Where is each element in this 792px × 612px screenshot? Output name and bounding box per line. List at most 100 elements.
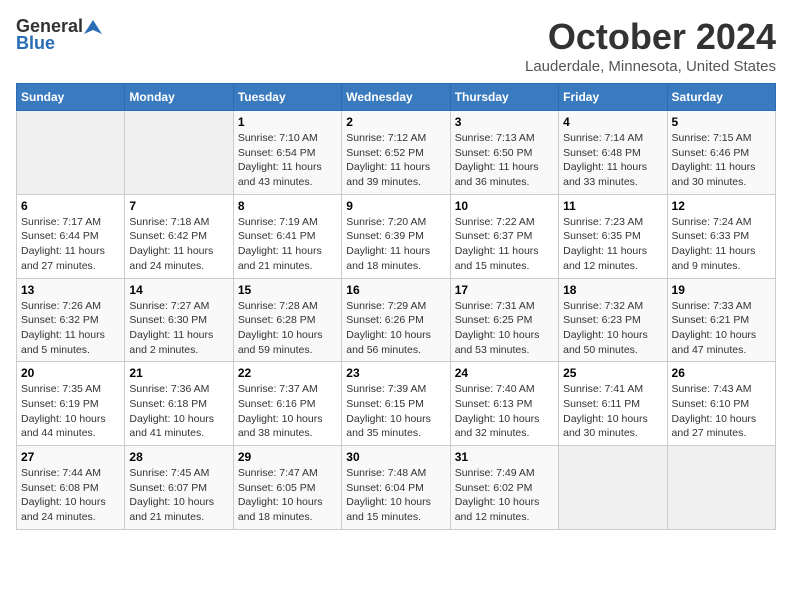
day-info: Sunrise: 7:13 AM Sunset: 6:50 PM Dayligh… bbox=[455, 131, 554, 190]
week-row-3: 13 Sunrise: 7:26 AM Sunset: 6:32 PM Dayli… bbox=[17, 278, 776, 362]
title-block: October 2024 Lauderdale, Minnesota, Unit… bbox=[525, 16, 776, 75]
day-info: Sunrise: 7:35 AM Sunset: 6:19 PM Dayligh… bbox=[21, 382, 120, 441]
header-day-saturday: Saturday bbox=[667, 84, 775, 111]
header-day-wednesday: Wednesday bbox=[342, 84, 450, 111]
week-row-2: 6 Sunrise: 7:17 AM Sunset: 6:44 PM Daylig… bbox=[17, 194, 776, 278]
day-number: 18 bbox=[563, 283, 662, 297]
calendar-cell: 15 Sunrise: 7:28 AM Sunset: 6:28 PM Dayli… bbox=[233, 278, 341, 362]
day-number: 28 bbox=[129, 450, 228, 464]
day-number: 26 bbox=[672, 366, 771, 380]
day-number: 16 bbox=[346, 283, 445, 297]
day-number: 6 bbox=[21, 199, 120, 213]
calendar-cell: 22 Sunrise: 7:37 AM Sunset: 6:16 PM Dayli… bbox=[233, 362, 341, 446]
header-day-tuesday: Tuesday bbox=[233, 84, 341, 111]
day-number: 1 bbox=[238, 115, 337, 129]
day-info: Sunrise: 7:26 AM Sunset: 6:32 PM Dayligh… bbox=[21, 299, 120, 358]
calendar-cell: 13 Sunrise: 7:26 AM Sunset: 6:32 PM Dayli… bbox=[17, 278, 125, 362]
day-number: 2 bbox=[346, 115, 445, 129]
calendar-cell: 1Sunrise: 7:10 AM Sunset: 6:54 PM Daylig… bbox=[233, 111, 341, 195]
month-title: October 2024 bbox=[525, 16, 776, 58]
day-info: Sunrise: 7:20 AM Sunset: 6:39 PM Dayligh… bbox=[346, 215, 445, 274]
day-number: 10 bbox=[455, 199, 554, 213]
day-info: Sunrise: 7:31 AM Sunset: 6:25 PM Dayligh… bbox=[455, 299, 554, 358]
day-number: 12 bbox=[672, 199, 771, 213]
calendar-cell: 26 Sunrise: 7:43 AM Sunset: 6:10 PM Dayli… bbox=[667, 362, 775, 446]
header-day-sunday: Sunday bbox=[17, 84, 125, 111]
calendar-cell: 12 Sunrise: 7:24 AM Sunset: 6:33 PM Dayli… bbox=[667, 194, 775, 278]
day-number: 5 bbox=[672, 115, 771, 129]
day-info: Sunrise: 7:24 AM Sunset: 6:33 PM Dayligh… bbox=[672, 215, 771, 274]
calendar-cell: 4Sunrise: 7:14 AM Sunset: 6:48 PM Daylig… bbox=[559, 111, 667, 195]
day-number: 24 bbox=[455, 366, 554, 380]
day-number: 30 bbox=[346, 450, 445, 464]
page-header: General Blue October 2024 Lauderdale, Mi… bbox=[16, 16, 776, 75]
day-number: 15 bbox=[238, 283, 337, 297]
calendar-cell: 30Sunrise: 7:48 AM Sunset: 6:04 PM Dayli… bbox=[342, 446, 450, 530]
calendar-cell: 31Sunrise: 7:49 AM Sunset: 6:02 PM Dayli… bbox=[450, 446, 558, 530]
day-number: 31 bbox=[455, 450, 554, 464]
calendar-cell bbox=[559, 446, 667, 530]
day-info: Sunrise: 7:27 AM Sunset: 6:30 PM Dayligh… bbox=[129, 299, 228, 358]
day-info: Sunrise: 7:15 AM Sunset: 6:46 PM Dayligh… bbox=[672, 131, 771, 190]
day-number: 25 bbox=[563, 366, 662, 380]
calendar-cell: 19Sunrise: 7:33 AM Sunset: 6:21 PM Dayli… bbox=[667, 278, 775, 362]
calendar-cell: 7 Sunrise: 7:18 AM Sunset: 6:42 PM Daylig… bbox=[125, 194, 233, 278]
calendar-cell: 23 Sunrise: 7:39 AM Sunset: 6:15 PM Dayli… bbox=[342, 362, 450, 446]
day-info: Sunrise: 7:40 AM Sunset: 6:13 PM Dayligh… bbox=[455, 382, 554, 441]
calendar-table: SundayMondayTuesdayWednesdayThursdayFrid… bbox=[16, 83, 776, 530]
header-day-monday: Monday bbox=[125, 84, 233, 111]
calendar-cell: 25 Sunrise: 7:41 AM Sunset: 6:11 PM Dayli… bbox=[559, 362, 667, 446]
calendar-body: 1Sunrise: 7:10 AM Sunset: 6:54 PM Daylig… bbox=[17, 111, 776, 530]
calendar-cell: 2 Sunrise: 7:12 AM Sunset: 6:52 PM Daylig… bbox=[342, 111, 450, 195]
calendar-cell: 28 Sunrise: 7:45 AM Sunset: 6:07 PM Dayli… bbox=[125, 446, 233, 530]
calendar-cell: 20 Sunrise: 7:35 AM Sunset: 6:19 PM Dayli… bbox=[17, 362, 125, 446]
day-info: Sunrise: 7:19 AM Sunset: 6:41 PM Dayligh… bbox=[238, 215, 337, 274]
day-number: 17 bbox=[455, 283, 554, 297]
day-info: Sunrise: 7:22 AM Sunset: 6:37 PM Dayligh… bbox=[455, 215, 554, 274]
day-info: Sunrise: 7:47 AM Sunset: 6:05 PM Dayligh… bbox=[238, 466, 337, 525]
day-number: 20 bbox=[21, 366, 120, 380]
week-row-5: 27Sunrise: 7:44 AM Sunset: 6:08 PM Dayli… bbox=[17, 446, 776, 530]
day-info: Sunrise: 7:41 AM Sunset: 6:11 PM Dayligh… bbox=[563, 382, 662, 441]
day-number: 29 bbox=[238, 450, 337, 464]
day-number: 13 bbox=[21, 283, 120, 297]
day-number: 14 bbox=[129, 283, 228, 297]
day-number: 4 bbox=[563, 115, 662, 129]
logo-blue-text: Blue bbox=[16, 33, 55, 54]
calendar-cell: 21 Sunrise: 7:36 AM Sunset: 6:18 PM Dayli… bbox=[125, 362, 233, 446]
calendar-cell: 6 Sunrise: 7:17 AM Sunset: 6:44 PM Daylig… bbox=[17, 194, 125, 278]
calendar-cell: 8Sunrise: 7:19 AM Sunset: 6:41 PM Daylig… bbox=[233, 194, 341, 278]
calendar-cell: 18Sunrise: 7:32 AM Sunset: 6:23 PM Dayli… bbox=[559, 278, 667, 362]
day-info: Sunrise: 7:37 AM Sunset: 6:16 PM Dayligh… bbox=[238, 382, 337, 441]
calendar-cell: 24 Sunrise: 7:40 AM Sunset: 6:13 PM Dayli… bbox=[450, 362, 558, 446]
calendar-header: SundayMondayTuesdayWednesdayThursdayFrid… bbox=[17, 84, 776, 111]
calendar-cell: 29 Sunrise: 7:47 AM Sunset: 6:05 PM Dayli… bbox=[233, 446, 341, 530]
day-number: 21 bbox=[129, 366, 228, 380]
calendar-cell: 11Sunrise: 7:23 AM Sunset: 6:35 PM Dayli… bbox=[559, 194, 667, 278]
day-info: Sunrise: 7:12 AM Sunset: 6:52 PM Dayligh… bbox=[346, 131, 445, 190]
location-title: Lauderdale, Minnesota, United States bbox=[525, 58, 776, 75]
day-number: 19 bbox=[672, 283, 771, 297]
header-day-friday: Friday bbox=[559, 84, 667, 111]
day-info: Sunrise: 7:45 AM Sunset: 6:07 PM Dayligh… bbox=[129, 466, 228, 525]
week-row-4: 20 Sunrise: 7:35 AM Sunset: 6:19 PM Dayli… bbox=[17, 362, 776, 446]
day-info: Sunrise: 7:23 AM Sunset: 6:35 PM Dayligh… bbox=[563, 215, 662, 274]
header-row: SundayMondayTuesdayWednesdayThursdayFrid… bbox=[17, 84, 776, 111]
day-number: 22 bbox=[238, 366, 337, 380]
day-info: Sunrise: 7:17 AM Sunset: 6:44 PM Dayligh… bbox=[21, 215, 120, 274]
day-info: Sunrise: 7:28 AM Sunset: 6:28 PM Dayligh… bbox=[238, 299, 337, 358]
calendar-cell: 27Sunrise: 7:44 AM Sunset: 6:08 PM Dayli… bbox=[17, 446, 125, 530]
calendar-cell: 5 Sunrise: 7:15 AM Sunset: 6:46 PM Daylig… bbox=[667, 111, 775, 195]
calendar-cell: 17 Sunrise: 7:31 AM Sunset: 6:25 PM Dayli… bbox=[450, 278, 558, 362]
day-info: Sunrise: 7:39 AM Sunset: 6:15 PM Dayligh… bbox=[346, 382, 445, 441]
calendar-cell: 3Sunrise: 7:13 AM Sunset: 6:50 PM Daylig… bbox=[450, 111, 558, 195]
calendar-cell: 10 Sunrise: 7:22 AM Sunset: 6:37 PM Dayli… bbox=[450, 194, 558, 278]
day-number: 23 bbox=[346, 366, 445, 380]
day-info: Sunrise: 7:43 AM Sunset: 6:10 PM Dayligh… bbox=[672, 382, 771, 441]
day-info: Sunrise: 7:18 AM Sunset: 6:42 PM Dayligh… bbox=[129, 215, 228, 274]
calendar-cell: 14 Sunrise: 7:27 AM Sunset: 6:30 PM Dayli… bbox=[125, 278, 233, 362]
calendar-cell bbox=[17, 111, 125, 195]
calendar-cell: 16Sunrise: 7:29 AM Sunset: 6:26 PM Dayli… bbox=[342, 278, 450, 362]
day-number: 7 bbox=[129, 199, 228, 213]
day-info: Sunrise: 7:36 AM Sunset: 6:18 PM Dayligh… bbox=[129, 382, 228, 441]
